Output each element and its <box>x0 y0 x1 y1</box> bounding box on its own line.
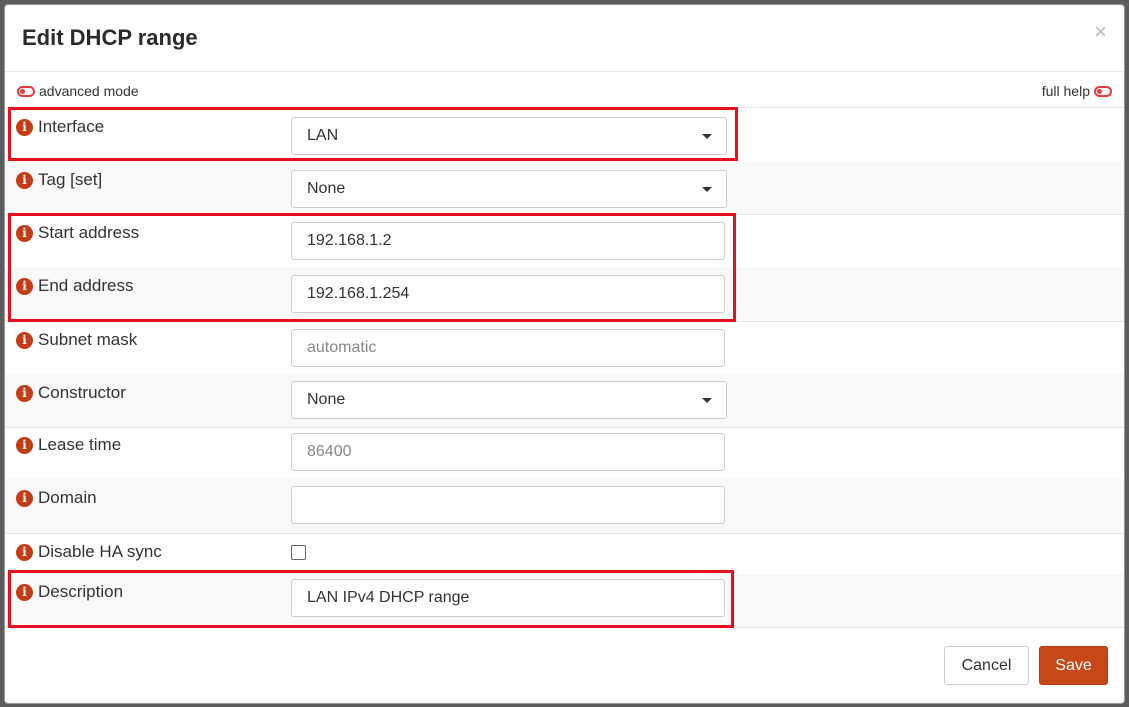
interface-value: LAN <box>307 127 339 144</box>
info-icon[interactable]: i <box>16 171 33 189</box>
toggle-off-icon[interactable] <box>1094 85 1112 97</box>
row-interface: i Interface LAN <box>5 108 1124 162</box>
full-help-toggle[interactable]: full help <box>1042 82 1112 99</box>
dialog-title: Edit DHCP range <box>22 25 198 50</box>
constructor-label-text: Constructor <box>38 383 126 402</box>
advanced-mode-toggle[interactable]: advanced mode <box>17 82 139 99</box>
description-value: LAN IPv4 DHCP range <box>307 589 470 606</box>
domain-label: i Domain <box>16 488 97 508</box>
lease-time-input[interactable]: 86400 <box>291 433 725 471</box>
disable-ha-sync-label-text: Disable HA sync <box>38 542 162 561</box>
disable-ha-sync-checkbox[interactable] <box>291 545 306 560</box>
caret-down-icon <box>702 398 712 403</box>
interface-label-text: Interface <box>38 117 105 136</box>
lease-time-placeholder: 86400 <box>307 443 352 460</box>
end-address-label-text: End address <box>38 276 134 295</box>
domain-label-text: Domain <box>38 488 97 507</box>
info-icon[interactable]: i <box>16 331 33 349</box>
row-constructor: i Constructor None <box>5 374 1124 428</box>
row-lease-time: i Lease time 86400 <box>5 427 1124 480</box>
description-label: i Description <box>16 582 123 602</box>
row-disable-ha-sync: i Disable HA sync <box>5 533 1124 574</box>
row-end-address: i End address 192.168.1.254 <box>5 267 1124 322</box>
lease-time-label-text: Lease time <box>38 435 122 454</box>
row-subnet-mask: i Subnet mask automatic <box>5 321 1124 375</box>
toggle-off-icon[interactable] <box>17 85 35 97</box>
cancel-button[interactable]: Cancel <box>944 646 1029 685</box>
caret-down-icon <box>702 134 712 139</box>
advanced-mode-label: advanced mode <box>39 83 139 100</box>
description-input[interactable]: LAN IPv4 DHCP range <box>291 579 725 617</box>
dialog-header: Edit DHCP range × <box>5 5 1124 72</box>
description-label-text: Description <box>38 582 124 601</box>
end-address-label: i End address <box>16 276 133 296</box>
start-address-label-text: Start address <box>38 223 140 242</box>
tag-label: i Tag [set] <box>16 170 102 190</box>
start-address-value: 192.168.1.2 <box>307 232 392 249</box>
subnet-mask-input[interactable]: automatic <box>291 329 725 367</box>
constructor-value: None <box>307 391 346 408</box>
edit-dhcp-range-dialog: Edit DHCP range × advanced mode full hel… <box>4 4 1125 704</box>
disable-ha-sync-label: i Disable HA sync <box>16 542 162 562</box>
row-tag: i Tag [set] None <box>5 161 1124 215</box>
close-icon[interactable]: × <box>1094 21 1107 43</box>
row-start-address: i Start address 192.168.1.2 <box>5 214 1124 268</box>
subnet-mask-label: i Subnet mask <box>16 330 137 350</box>
start-address-label: i Start address <box>16 223 139 243</box>
end-address-input[interactable]: 192.168.1.254 <box>291 275 725 313</box>
tag-value: None <box>307 180 346 197</box>
subnet-mask-label-text: Subnet mask <box>38 330 138 349</box>
full-help-label: full help <box>1041 83 1090 100</box>
info-icon[interactable]: i <box>16 384 33 402</box>
tag-label-text: Tag [set] <box>38 170 103 189</box>
domain-input[interactable] <box>291 486 725 524</box>
row-domain: i Domain <box>5 479 1124 534</box>
info-icon[interactable]: i <box>16 489 33 507</box>
info-icon[interactable]: i <box>16 583 33 601</box>
caret-down-icon <box>702 187 712 192</box>
info-icon[interactable]: i <box>16 543 33 561</box>
interface-select[interactable]: LAN <box>291 117 727 155</box>
info-icon[interactable]: i <box>16 436 33 454</box>
info-icon[interactable]: i <box>16 118 33 136</box>
lease-time-label: i Lease time <box>16 435 121 455</box>
start-address-input[interactable]: 192.168.1.2 <box>291 222 725 260</box>
constructor-label: i Constructor <box>16 383 126 403</box>
info-icon[interactable]: i <box>16 277 33 295</box>
row-description: i Description LAN IPv4 DHCP range <box>5 573 1124 628</box>
end-address-value: 192.168.1.254 <box>307 285 410 302</box>
mode-toggle-bar: advanced mode full help <box>5 71 1124 108</box>
info-icon[interactable]: i <box>16 224 33 242</box>
constructor-select[interactable]: None <box>291 381 727 419</box>
tag-select[interactable]: None <box>291 170 727 208</box>
save-button[interactable]: Save <box>1039 646 1108 685</box>
interface-label: i Interface <box>16 117 104 137</box>
subnet-mask-placeholder: automatic <box>307 339 377 356</box>
